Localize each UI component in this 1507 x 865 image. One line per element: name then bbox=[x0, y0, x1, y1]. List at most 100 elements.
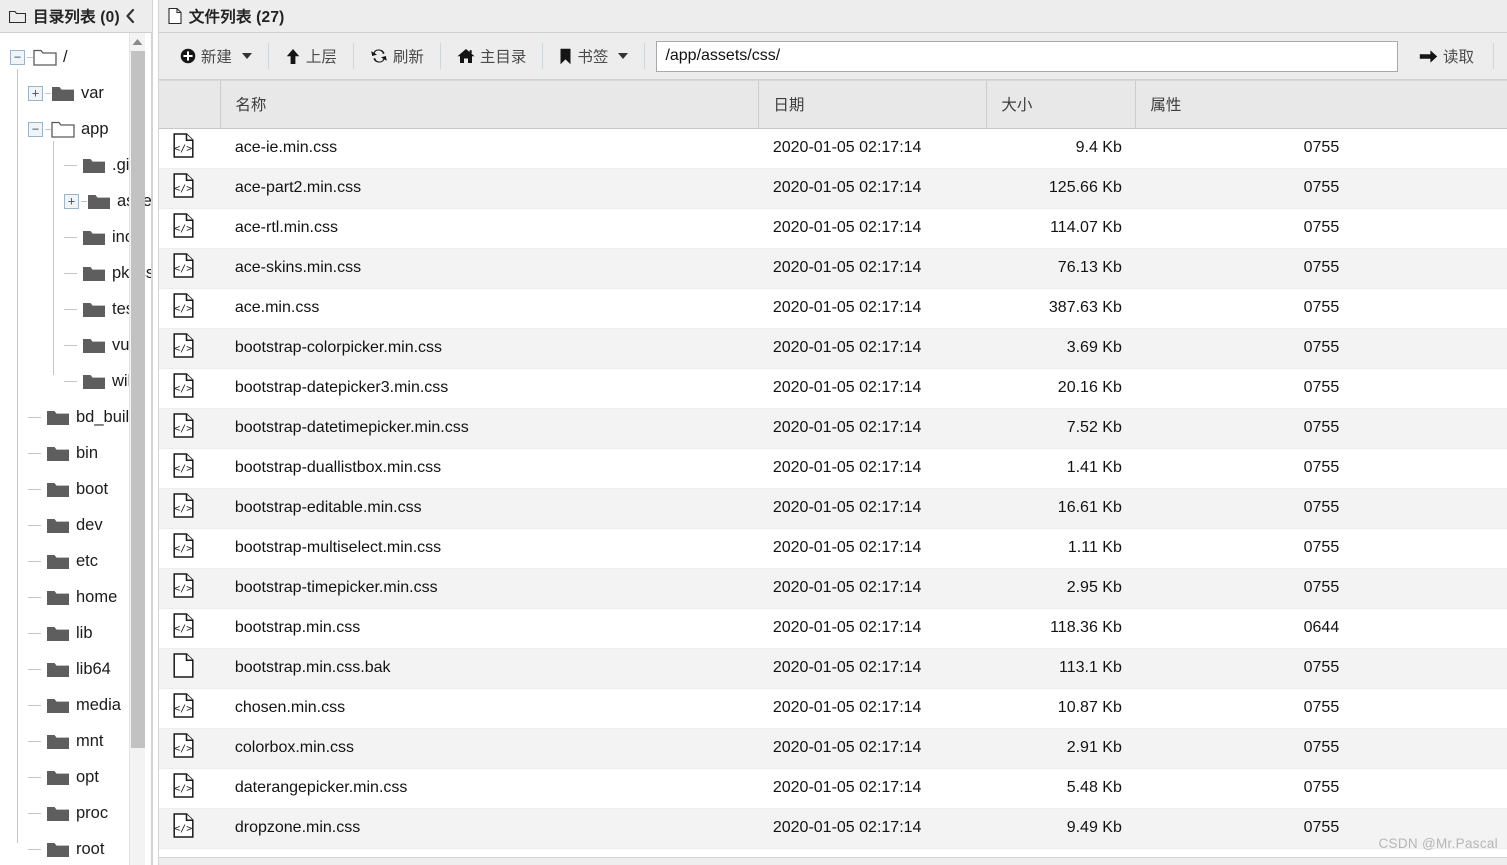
folder-closed-icon bbox=[46, 840, 70, 858]
table-row[interactable]: </> ace-rtl.min.css 2020-01-05 02:17:14 114… bbox=[158, 208, 1507, 249]
file-size-cell: 118.36 Kb bbox=[986, 608, 1136, 649]
table-row[interactable]: </> bootstrap-colorpicker.min.css 2020-01-… bbox=[158, 328, 1507, 369]
home-button[interactable]: 主目录 bbox=[446, 40, 538, 72]
file-table-body: </> ace-ie.min.css 2020-01-05 02:17:14 9.4 … bbox=[158, 128, 1507, 849]
code-file-icon: </> bbox=[158, 248, 221, 289]
table-row[interactable]: </> ace-skins.min.css 2020-01-05 02:17:14 7… bbox=[158, 248, 1507, 289]
svg-text:</>: </> bbox=[174, 824, 192, 835]
tree-expand-icon[interactable]: + bbox=[64, 193, 79, 209]
file-attr-cell: 0644 bbox=[1135, 608, 1507, 649]
file-name-cell[interactable]: bootstrap-duallistbox.min.css bbox=[220, 448, 759, 489]
chevron-left-icon[interactable] bbox=[120, 5, 142, 27]
tree-collapse-icon[interactable]: − bbox=[10, 49, 25, 65]
file-name-cell[interactable]: ace-skins.min.css bbox=[220, 248, 759, 289]
file-size-cell: 10.87 Kb bbox=[986, 688, 1136, 729]
chevron-down-icon[interactable] bbox=[241, 53, 252, 59]
folder-open-icon bbox=[33, 48, 57, 66]
table-row[interactable]: </> bootstrap-duallistbox.min.css 2020-01-… bbox=[158, 448, 1507, 489]
file-name-cell[interactable]: dropzone.min.css bbox=[220, 808, 759, 849]
file-name-cell[interactable]: bootstrap-colorpicker.min.css bbox=[220, 328, 759, 369]
tree-node-label: app bbox=[81, 119, 109, 138]
scroll-up-arrow-icon[interactable] bbox=[130, 33, 145, 50]
file-name-cell[interactable]: ace.min.css bbox=[220, 288, 759, 329]
folder-closed-icon bbox=[46, 660, 70, 678]
directory-panel: 目录列表 (0) −/+var−app.git+assetsincpkxsste… bbox=[0, 0, 152, 865]
file-attr-cell: 0755 bbox=[1135, 368, 1507, 409]
column-header-icon bbox=[158, 81, 222, 129]
folder-closed-icon bbox=[46, 768, 70, 786]
file-attr-cell: 0755 bbox=[1135, 488, 1507, 529]
file-name-cell[interactable]: ace-part2.min.css bbox=[220, 168, 759, 209]
home-button-label: 主目录 bbox=[479, 49, 527, 66]
table-row[interactable]: </> bootstrap.min.css 2020-01-05 02:17:14 1… bbox=[158, 608, 1507, 649]
tree-guide-connector bbox=[64, 308, 77, 310]
table-row[interactable]: </> bootstrap-timepicker.min.css 2020-01-0… bbox=[158, 568, 1507, 609]
panel-splitter[interactable] bbox=[151, 0, 159, 865]
file-name-cell[interactable]: chosen.min.css bbox=[220, 688, 759, 729]
table-row[interactable]: </> ace-ie.min.css 2020-01-05 02:17:14 9.4 … bbox=[158, 128, 1507, 169]
file-date-cell: 2020-01-05 02:17:14 bbox=[758, 248, 987, 289]
table-row[interactable]: </> chosen.min.css 2020-01-05 02:17:14 10.8… bbox=[158, 688, 1507, 729]
column-header-attr[interactable]: 属性 bbox=[1135, 81, 1507, 129]
file-name-cell[interactable]: bootstrap.min.css.bak bbox=[220, 648, 759, 689]
up-button[interactable]: 上层 bbox=[274, 40, 348, 72]
bookmark-button[interactable]: 书签 bbox=[548, 40, 639, 72]
file-name-cell[interactable]: colorbox.min.css bbox=[220, 728, 759, 769]
table-row[interactable]: </> bootstrap-editable.min.css 2020-01-05 … bbox=[158, 488, 1507, 529]
folder-outline-icon bbox=[9, 9, 26, 23]
refresh-button[interactable]: 刷新 bbox=[359, 40, 435, 72]
table-row[interactable]: bootstrap.min.css.bak 2020-01-05 02:17:14… bbox=[158, 648, 1507, 689]
bookmark-icon bbox=[559, 48, 572, 65]
toolbar-separator bbox=[352, 43, 354, 69]
tree-collapse-icon[interactable]: − bbox=[28, 121, 43, 137]
tree-guide-connector bbox=[28, 812, 41, 814]
directory-tree-scrollbar[interactable] bbox=[128, 33, 145, 865]
file-name-cell[interactable]: bootstrap-timepicker.min.css bbox=[220, 568, 759, 609]
file-table-scroll-area[interactable]: 名称 日期 大小 属性 </> ace-ie.min.css 2020-01-05 … bbox=[158, 80, 1507, 865]
svg-text:</>: </> bbox=[174, 144, 192, 155]
path-input[interactable] bbox=[656, 40, 1398, 72]
svg-text:</>: </> bbox=[174, 464, 192, 475]
column-header-name[interactable]: 名称 bbox=[220, 81, 760, 129]
file-name-cell[interactable]: bootstrap-datepicker3.min.css bbox=[220, 368, 759, 409]
chevron-down-icon[interactable] bbox=[618, 53, 629, 59]
table-row[interactable]: </> bootstrap-multiselect.min.css 2020-01-… bbox=[158, 528, 1507, 569]
folder-closed-icon bbox=[46, 588, 70, 606]
table-row[interactable]: </> ace.min.css 2020-01-05 02:17:14 387.63 … bbox=[158, 288, 1507, 329]
code-file-icon: </> bbox=[158, 808, 221, 849]
file-size-cell: 7.52 Kb bbox=[986, 408, 1136, 449]
tree-guide-connector bbox=[64, 272, 77, 274]
table-row[interactable]: </> dropzone.min.css 2020-01-05 02:17:14 9.… bbox=[158, 808, 1507, 849]
tree-guide-connector bbox=[28, 776, 41, 778]
file-size-cell: 9.49 Kb bbox=[986, 808, 1136, 849]
table-row[interactable]: </> daterangepicker.min.css 2020-01-05 02:… bbox=[158, 768, 1507, 809]
column-header-date[interactable]: 日期 bbox=[758, 81, 988, 129]
table-row[interactable]: </> colorbox.min.css 2020-01-05 02:17:14 2.… bbox=[158, 728, 1507, 769]
tree-expand-icon[interactable]: + bbox=[28, 85, 43, 101]
file-attr-cell: 0755 bbox=[1135, 208, 1507, 249]
file-name-cell[interactable]: bootstrap.min.css bbox=[220, 608, 759, 649]
file-name-cell[interactable]: ace-ie.min.css bbox=[220, 128, 759, 169]
directory-tree-scroll-area[interactable]: −/+var−app.git+assetsincpkxsstestvulwiki… bbox=[0, 33, 152, 865]
column-header-size[interactable]: 大小 bbox=[986, 81, 1137, 129]
read-button[interactable]: 读取 bbox=[1408, 40, 1488, 72]
file-name-cell[interactable]: ace-rtl.min.css bbox=[220, 208, 759, 249]
file-name-cell[interactable]: daterangepicker.min.css bbox=[220, 768, 759, 809]
file-attr-cell: 0755 bbox=[1135, 448, 1507, 489]
file-name-cell[interactable]: bootstrap-datetimepicker.min.css bbox=[220, 408, 759, 449]
file-attr-cell: 0755 bbox=[1135, 528, 1507, 569]
table-row[interactable]: </> bootstrap-datetimepicker.min.css 2020-… bbox=[158, 408, 1507, 449]
file-panel-title: 文件列表 (27) bbox=[188, 9, 285, 26]
new-button[interactable]: 新建 bbox=[169, 40, 263, 72]
refresh-button-label: 刷新 bbox=[392, 49, 424, 66]
file-attr-cell: 0755 bbox=[1135, 728, 1507, 769]
table-row[interactable]: </> bootstrap-datepicker3.min.css 2020-01-… bbox=[158, 368, 1507, 409]
file-date-cell: 2020-01-05 02:17:14 bbox=[758, 128, 987, 169]
scrollbar-thumb[interactable] bbox=[130, 51, 145, 748]
folder-closed-icon bbox=[82, 372, 106, 390]
table-row[interactable]: </> ace-part2.min.css 2020-01-05 02:17:14 1… bbox=[158, 168, 1507, 209]
file-name-cell[interactable]: bootstrap-multiselect.min.css bbox=[220, 528, 759, 569]
file-outline-icon bbox=[168, 8, 182, 24]
file-name-cell[interactable]: bootstrap-editable.min.css bbox=[220, 488, 759, 529]
svg-text:</>: </> bbox=[174, 544, 192, 555]
